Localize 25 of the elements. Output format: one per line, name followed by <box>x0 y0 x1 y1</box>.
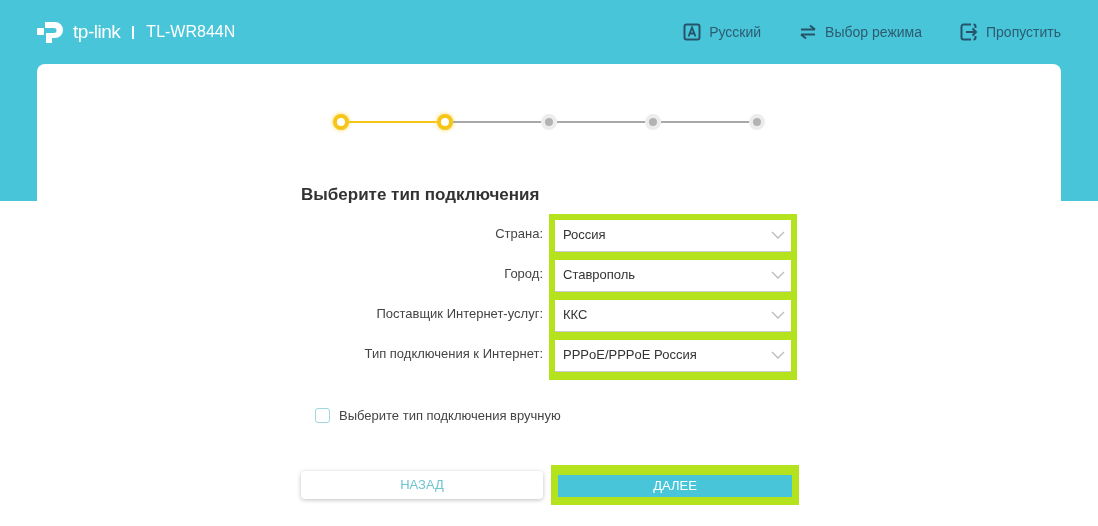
next-button[interactable]: ДАЛЕЕ <box>558 474 792 497</box>
select-field[interactable]: PPPoE/PPPoE Россия <box>555 339 791 372</box>
back-button[interactable]: НАЗАД <box>301 471 543 499</box>
chevron-down-icon <box>771 231 785 239</box>
language-icon <box>683 23 702 41</box>
select-field[interactable]: ККС <box>555 299 791 332</box>
checkbox[interactable] <box>315 407 330 423</box>
swap-arrows-icon <box>799 23 818 41</box>
header-language-button[interactable]: Русский <box>683 21 762 43</box>
header-skip-button[interactable]: Пропустить <box>960 21 1061 43</box>
field-label: Страна: <box>495 224 543 243</box>
chevron-down-icon <box>771 311 785 319</box>
field-label: Поставщик Интернет-услуг: <box>376 304 543 323</box>
exit-icon <box>960 23 978 41</box>
chevron-down-icon <box>771 351 785 359</box>
select-field[interactable]: Ставрополь <box>555 259 791 292</box>
select-field[interactable]: Россия <box>555 219 791 252</box>
header-mode-button[interactable]: Выбор режима <box>799 21 922 43</box>
field-label: Город: <box>504 264 543 283</box>
form-title: Выберите тип подключения <box>301 184 541 206</box>
field-label: Тип подключения к Интернет: <box>364 344 543 363</box>
chevron-down-icon <box>771 271 785 279</box>
checkbox-label: Выберите тип подключения вручную <box>339 406 561 425</box>
model-name: TL-WR844N <box>146 22 236 42</box>
brand-name: tp-link <box>73 19 121 44</box>
